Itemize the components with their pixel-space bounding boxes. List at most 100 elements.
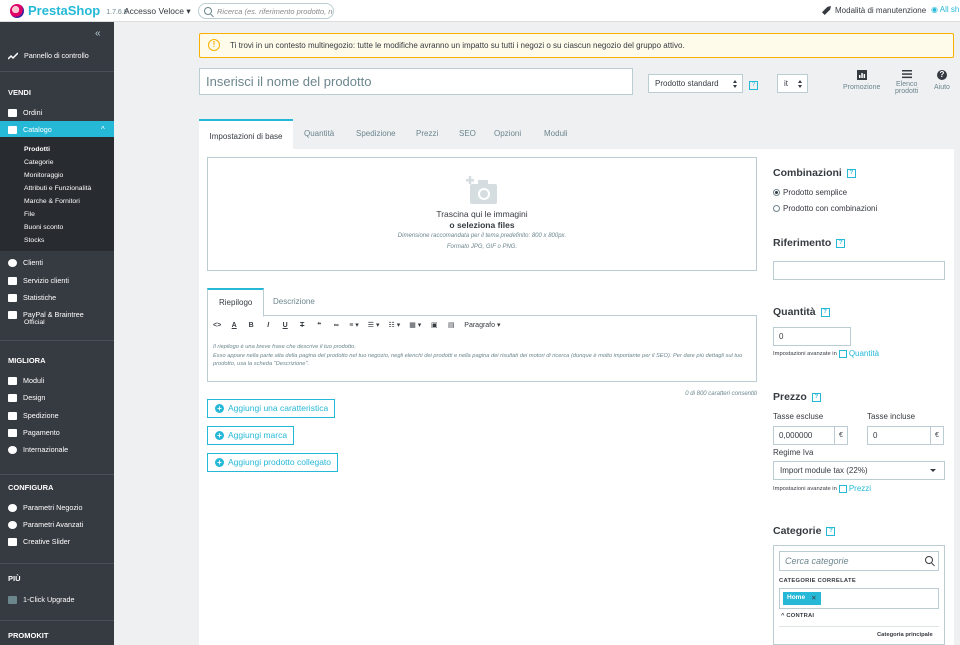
plus-circle-icon: + [215,404,224,413]
sidebar-sub-files[interactable]: File [24,211,35,218]
help-icon[interactable]: ? [749,81,758,90]
maintenance-link[interactable]: Modalità di manutenzione [822,6,926,15]
sidebar-item-catalog[interactable]: Catalogo [8,125,52,134]
media-icon[interactable]: ▤ [447,321,455,329]
quantity-link[interactable]: Quantità [838,349,879,358]
category-tag-home: Home ✕ [783,592,821,605]
combinations-heading: Combinazioni? [773,167,856,179]
product-type-select[interactable]: Prodotto standard [648,74,743,93]
sidebar-item-shop-params[interactable]: Parametri Negozio [8,503,83,512]
align-icon[interactable]: ≡ ▾ [349,321,359,329]
plus-circle-icon: + [215,431,224,440]
sidebar-item-orders[interactable]: Ordini [8,108,42,117]
puzzle-icon [8,376,17,385]
add-feature-button[interactable]: + Aggiungi una caratteristica [207,399,336,418]
sidebar-item-upgrade[interactable]: 1-Click Upgrade [8,595,75,604]
tab-options[interactable]: Opzioni [494,129,521,138]
vat-regime-select[interactable]: Import module tax (22%) [773,461,945,480]
plus-circle-icon: + [215,458,224,467]
sidebar-sub-products[interactable]: Prodotti [24,146,50,153]
payment-icon [8,428,17,437]
select-files-link[interactable]: o seleziona files [207,220,757,230]
tab-summary[interactable]: Riepilogo [207,288,265,317]
tab-quantity[interactable]: Quantità [304,129,334,138]
language-select[interactable]: it [777,74,808,93]
add-related-product-button[interactable]: + Aggiungi prodotto collegato [207,453,339,472]
dropzone-hint-size: Dimensione raccomandata per il tema pred… [397,233,567,239]
truck-icon [8,411,17,420]
help-icon[interactable]: ? [820,307,830,317]
underline-icon[interactable]: U [281,322,289,329]
price-tax-excl-input[interactable]: 0,000000 [773,426,835,445]
external-link-icon [838,349,847,358]
code-icon[interactable]: <> [213,322,221,329]
text-color-icon[interactable]: A [230,322,238,329]
image-icon[interactable]: ▣ [430,321,438,329]
bullet-list-icon[interactable]: ☰ ▾ [368,321,380,329]
paragraph-select[interactable]: Paragrafo ▾ [464,321,500,329]
radio-product-combinations[interactable]: Prodotto con combinazioni [773,204,877,213]
collapse-sidebar-icon[interactable]: « [95,28,101,39]
tab-basic-settings[interactable]: Impostazioni di base [199,119,293,149]
radio-simple-product[interactable]: Prodotto semplice [773,188,847,197]
product-list-button[interactable]: Elenco prodotti [895,69,918,95]
summary-placeholder: Il riepilogo è una breve frase che descr… [213,344,743,367]
sidebar-item-customer-service[interactable]: Servizio clienti [8,276,69,285]
italic-icon[interactable]: I [264,322,272,329]
sidebar-item-international[interactable]: Internazionale [8,445,68,454]
promotion-button[interactable]: Promozione [843,70,880,91]
sidebar-sub-brands[interactable]: Marche & Fornitori [24,198,80,205]
vat-regime-label: Regime Iva [773,448,814,457]
radio-checked-icon [773,189,780,196]
collapse-categories-button[interactable]: ^ CONTRAI [781,613,814,619]
sidebar-item-advanced-params[interactable]: Parametri Avanzati [8,520,83,529]
sidebar-item-customers[interactable]: Clienti [8,258,43,267]
sidebar-item-shipping[interactable]: Spedizione [8,411,59,420]
help-button[interactable]: ? Aiuto [934,70,950,91]
table-icon[interactable]: ▦ ▾ [409,321,421,329]
sidebar-sub-categories[interactable]: Categorie [24,159,53,166]
sidebar-item-modules[interactable]: Moduli [8,376,44,385]
sidebar-item-payment[interactable]: Pagamento [8,428,60,437]
sidebar-item-design[interactable]: Design [8,393,45,402]
sidebar-sub-stocks[interactable]: Stocks [24,237,44,244]
quantity-input[interactable]: 0 [773,327,851,346]
sidebar-item-stats[interactable]: Statistiche [8,293,56,302]
search-input[interactable]: Ricerca (es. riferimento prodotto, nome [198,3,334,19]
help-icon[interactable]: ? [846,168,856,178]
help-icon[interactable]: ? [826,526,836,536]
quick-access-menu[interactable]: Accesso Veloce ▾ [124,6,191,17]
tab-shipping[interactable]: Spedizione [356,129,396,138]
main-category-label: Categoria principale [877,632,933,638]
tab-prices[interactable]: Prezzi [416,129,438,138]
sidebar-item-dashboard[interactable]: Pannello di controllo [8,51,89,60]
numbered-list-icon[interactable]: ☷ ▾ [388,321,400,329]
sidebar-sub-vouchers[interactable]: Buoni sconto [24,224,63,231]
section-more: PIÙ [8,574,21,583]
sidebar-sub-monitoring[interactable]: Monitoraggio [24,172,63,179]
link-icon[interactable]: ∞ [332,322,340,329]
tab-description[interactable]: Descrizione [273,297,315,306]
reference-input[interactable] [773,261,945,280]
shop-selector[interactable]: ◉ All sh [931,5,959,14]
sidebar-item-paypal-line2[interactable]: Official [24,319,45,326]
sidebar-sub-attributes[interactable]: Attributi e Funzionalità [24,185,91,192]
help-icon[interactable]: ? [811,392,821,402]
add-brand-button[interactable]: + Aggiungi marca [207,426,295,445]
quote-icon[interactable]: ❝ [315,321,323,329]
remove-tag-icon[interactable]: ✕ [811,594,816,603]
product-name-input[interactable]: Inserisci il nome del prodotto [199,68,633,95]
prices-link[interactable]: Prezzi [838,484,871,493]
bold-icon[interactable]: B [247,322,255,329]
strikethrough-icon[interactable]: T [298,322,306,329]
divider [779,626,939,627]
sidebar-item-creative-slider[interactable]: Creative Slider [8,537,70,546]
tab-modules[interactable]: Moduli [544,129,568,138]
sidebar-item-paypal[interactable]: PayPal & Braintree [8,310,84,319]
price-tax-incl-input[interactable]: 0 [867,426,931,445]
category-search-input[interactable]: Cerca categorie [779,551,939,571]
logo[interactable]: PrestaShop 1.7.6.0 [10,3,128,18]
help-icon[interactable]: ? [836,238,846,248]
tab-seo[interactable]: SEO [459,129,476,138]
chevron-up-icon: ^ [781,613,785,619]
